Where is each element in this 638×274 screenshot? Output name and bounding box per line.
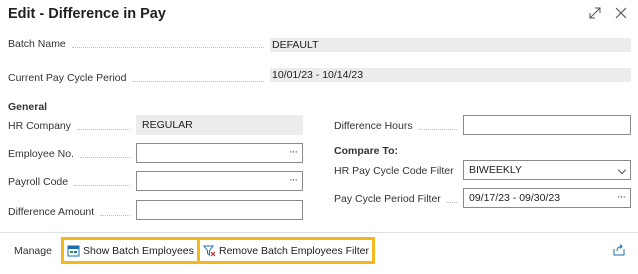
difference-amount-row: Difference Amount — [8, 206, 136, 218]
batch-name-label: Batch Name — [8, 38, 66, 50]
window-controls — [588, 6, 628, 20]
remove-batch-filter-button[interactable]: Remove Batch Employees Filter — [197, 237, 375, 264]
page-title: Edit - Difference in Pay — [8, 6, 166, 22]
hr-company-row: HR Company — [8, 120, 136, 132]
difference-hours-row: Difference Hours — [334, 120, 463, 132]
show-batch-employees-button[interactable]: Show Batch Employees — [61, 237, 200, 264]
lookup-ellipsis-icon[interactable]: ··· — [617, 188, 626, 206]
lookup-ellipsis-icon[interactable]: ··· — [289, 143, 298, 161]
pay-cycle-period-value: 10/01/23 - 10/14/23 — [270, 68, 631, 82]
action-bar: Manage Show Batch Employees Remove Batch… — [0, 236, 638, 266]
hr-company-value: REGULAR — [136, 115, 303, 135]
pay-cycle-code-filter-row: HR Pay Cycle Code Filter — [334, 165, 463, 177]
general-section-title: General — [8, 101, 48, 113]
difference-amount-field[interactable] — [136, 200, 303, 220]
pay-cycle-period-label: Current Pay Cycle Period — [8, 72, 127, 84]
remove-batch-filter-label: Remove Batch Employees Filter — [219, 244, 369, 257]
payroll-code-field[interactable]: ··· — [136, 171, 303, 191]
employee-no-label: Employee No. — [8, 148, 74, 160]
payroll-code-row: Payroll Code — [8, 176, 136, 188]
pay-cycle-period-filter-row: Pay Cycle Period Filter — [334, 193, 463, 205]
close-icon[interactable] — [614, 6, 628, 20]
difference-hours-field[interactable] — [463, 115, 631, 135]
pay-cycle-period-filter-field[interactable]: 09/17/23 - 09/30/23 ··· — [463, 188, 631, 208]
pay-cycle-period-row: Current Pay Cycle Period — [8, 72, 270, 84]
chevron-down-icon[interactable] — [617, 165, 627, 175]
share-icon[interactable] — [612, 243, 626, 257]
pay-cycle-code-filter-label: HR Pay Cycle Code Filter — [334, 165, 454, 177]
manage-menu[interactable]: Manage — [14, 245, 52, 257]
lookup-ellipsis-icon[interactable]: ··· — [289, 171, 298, 189]
pay-cycle-code-filter-select[interactable]: BIWEEKLY — [463, 160, 631, 180]
action-bar-divider — [0, 232, 638, 233]
show-batch-employees-label: Show Batch Employees — [83, 244, 194, 257]
employee-no-row: Employee No. — [8, 148, 136, 160]
expand-icon[interactable] — [588, 6, 602, 20]
batch-employees-icon — [67, 245, 80, 257]
difference-amount-label: Difference Amount — [8, 206, 95, 218]
batch-name-value: DEFAULT — [270, 38, 631, 52]
hr-company-label: HR Company — [8, 120, 72, 132]
clear-filter-icon — [202, 245, 216, 257]
compare-to-section-title: Compare To: — [334, 145, 398, 157]
payroll-code-label: Payroll Code — [8, 176, 69, 188]
employee-no-field[interactable]: ··· — [136, 143, 303, 163]
batch-name-row: Batch Name — [8, 38, 270, 50]
pay-cycle-period-filter-label: Pay Cycle Period Filter — [334, 193, 441, 205]
difference-hours-label: Difference Hours — [334, 120, 413, 132]
